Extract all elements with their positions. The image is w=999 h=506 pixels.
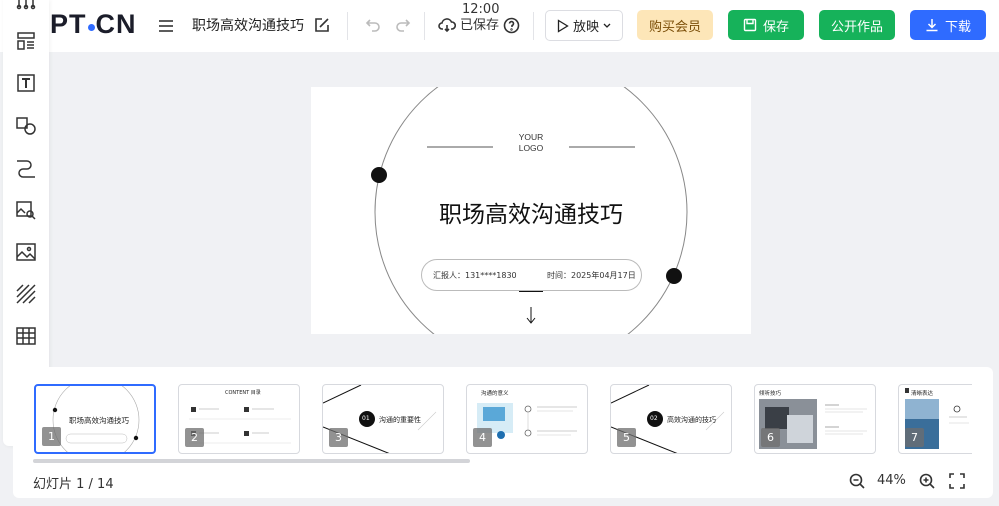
- redo-icon[interactable]: [392, 15, 414, 35]
- thumbnail-title: 沟通的重要性: [379, 416, 421, 424]
- zoom-level: 44%: [877, 473, 906, 488]
- zoom-in-icon[interactable]: [917, 471, 937, 491]
- fullscreen-icon[interactable]: [947, 471, 967, 491]
- slide-thumbnail-4[interactable]: 沟通的意义 4: [466, 384, 588, 454]
- publish-button[interactable]: 公开作品: [819, 10, 895, 40]
- top-bar: PT CN 职场高效沟通技巧 12:00 已保存 放映 购买会员 保存 公开作品 …: [0, 0, 999, 52]
- slide-canvas[interactable]: YOUR LOGO 职场高效沟通技巧 汇报人：131****1830 时间：20…: [311, 87, 751, 334]
- save-icon: [743, 18, 757, 32]
- shape-icon[interactable]: [12, 112, 40, 140]
- thumbnail-number: 3: [329, 428, 348, 447]
- play-icon: [557, 18, 569, 33]
- slide-thumbnail-5[interactable]: 02 高效沟通的技巧 5: [610, 384, 732, 454]
- slide-counter: 幻灯片 1 / 14: [33, 477, 114, 492]
- slide-thumbnail-6[interactable]: 倾听技巧 6: [754, 384, 876, 454]
- menu-icon[interactable]: [156, 16, 176, 36]
- slide-thumbnail-7[interactable]: 清晰表达 7: [898, 384, 972, 454]
- app-logo: PT CN: [50, 9, 137, 39]
- thumbnail-number: 6: [761, 428, 780, 447]
- thumbnail-number: 2: [185, 428, 204, 447]
- buy-membership-button[interactable]: 购买会员: [637, 10, 713, 40]
- slide-thumbnail-1[interactable]: 职场高效沟通技巧 1: [34, 384, 156, 454]
- save-status: 12:00 已保存: [460, 2, 500, 33]
- slide-date: 时间：2025年04月17日: [547, 271, 636, 280]
- cloud-save-icon: [437, 16, 457, 34]
- save-button[interactable]: 保存: [728, 10, 804, 40]
- slide-info-box[interactable]: 汇报人：131****1830 时间：2025年04月17日: [421, 259, 642, 291]
- slide-panel: 职场高效沟通技巧 1 CONTENT 目录 2 01 沟通的重要性 3 沟通的意…: [13, 367, 993, 498]
- slide-reporter: 汇报人：131****1830: [433, 271, 517, 280]
- slide-logo-placeholder: YOUR LOGO: [518, 132, 544, 153]
- thumbnail-title: 职场高效沟通技巧: [69, 416, 129, 425]
- document-title[interactable]: 职场高效沟通技巧: [192, 15, 304, 35]
- pattern-icon[interactable]: [12, 280, 40, 308]
- rename-icon[interactable]: [312, 15, 332, 35]
- thumbnail-scrollbar[interactable]: [33, 459, 470, 463]
- zoom-out-icon[interactable]: [847, 471, 867, 491]
- text-icon[interactable]: [12, 69, 40, 97]
- thumbnail-number: 7: [905, 428, 924, 447]
- thumbnail-title: 高效沟通的技巧: [667, 416, 716, 424]
- line-icon[interactable]: [12, 154, 40, 182]
- download-button[interactable]: 下载: [910, 10, 986, 40]
- thumbnail-badge: 02: [650, 415, 658, 422]
- thumbnail-badge: 01: [362, 415, 370, 422]
- undo-icon[interactable]: [362, 15, 384, 35]
- play-button[interactable]: 放映: [545, 10, 623, 41]
- layout-icon[interactable]: [12, 27, 40, 55]
- help-icon[interactable]: [501, 15, 521, 35]
- slide-thumbnail-2[interactable]: CONTENT 目录 2: [178, 384, 300, 454]
- table-icon[interactable]: [12, 322, 40, 350]
- thumbnail-number: 5: [617, 428, 636, 447]
- more-tools-icon[interactable]: [12, 0, 40, 18]
- slide-thumbnail-3[interactable]: 01 沟通的重要性 3: [322, 384, 444, 454]
- image-search-icon[interactable]: [12, 196, 40, 224]
- slide-title[interactable]: 职场高效沟通技巧: [311, 195, 751, 229]
- image-icon[interactable]: [12, 238, 40, 266]
- chevron-down-icon: [603, 23, 611, 28]
- download-icon: [926, 19, 938, 32]
- thumbnail-number: 4: [473, 428, 492, 447]
- thumbnail-number: 1: [42, 427, 61, 446]
